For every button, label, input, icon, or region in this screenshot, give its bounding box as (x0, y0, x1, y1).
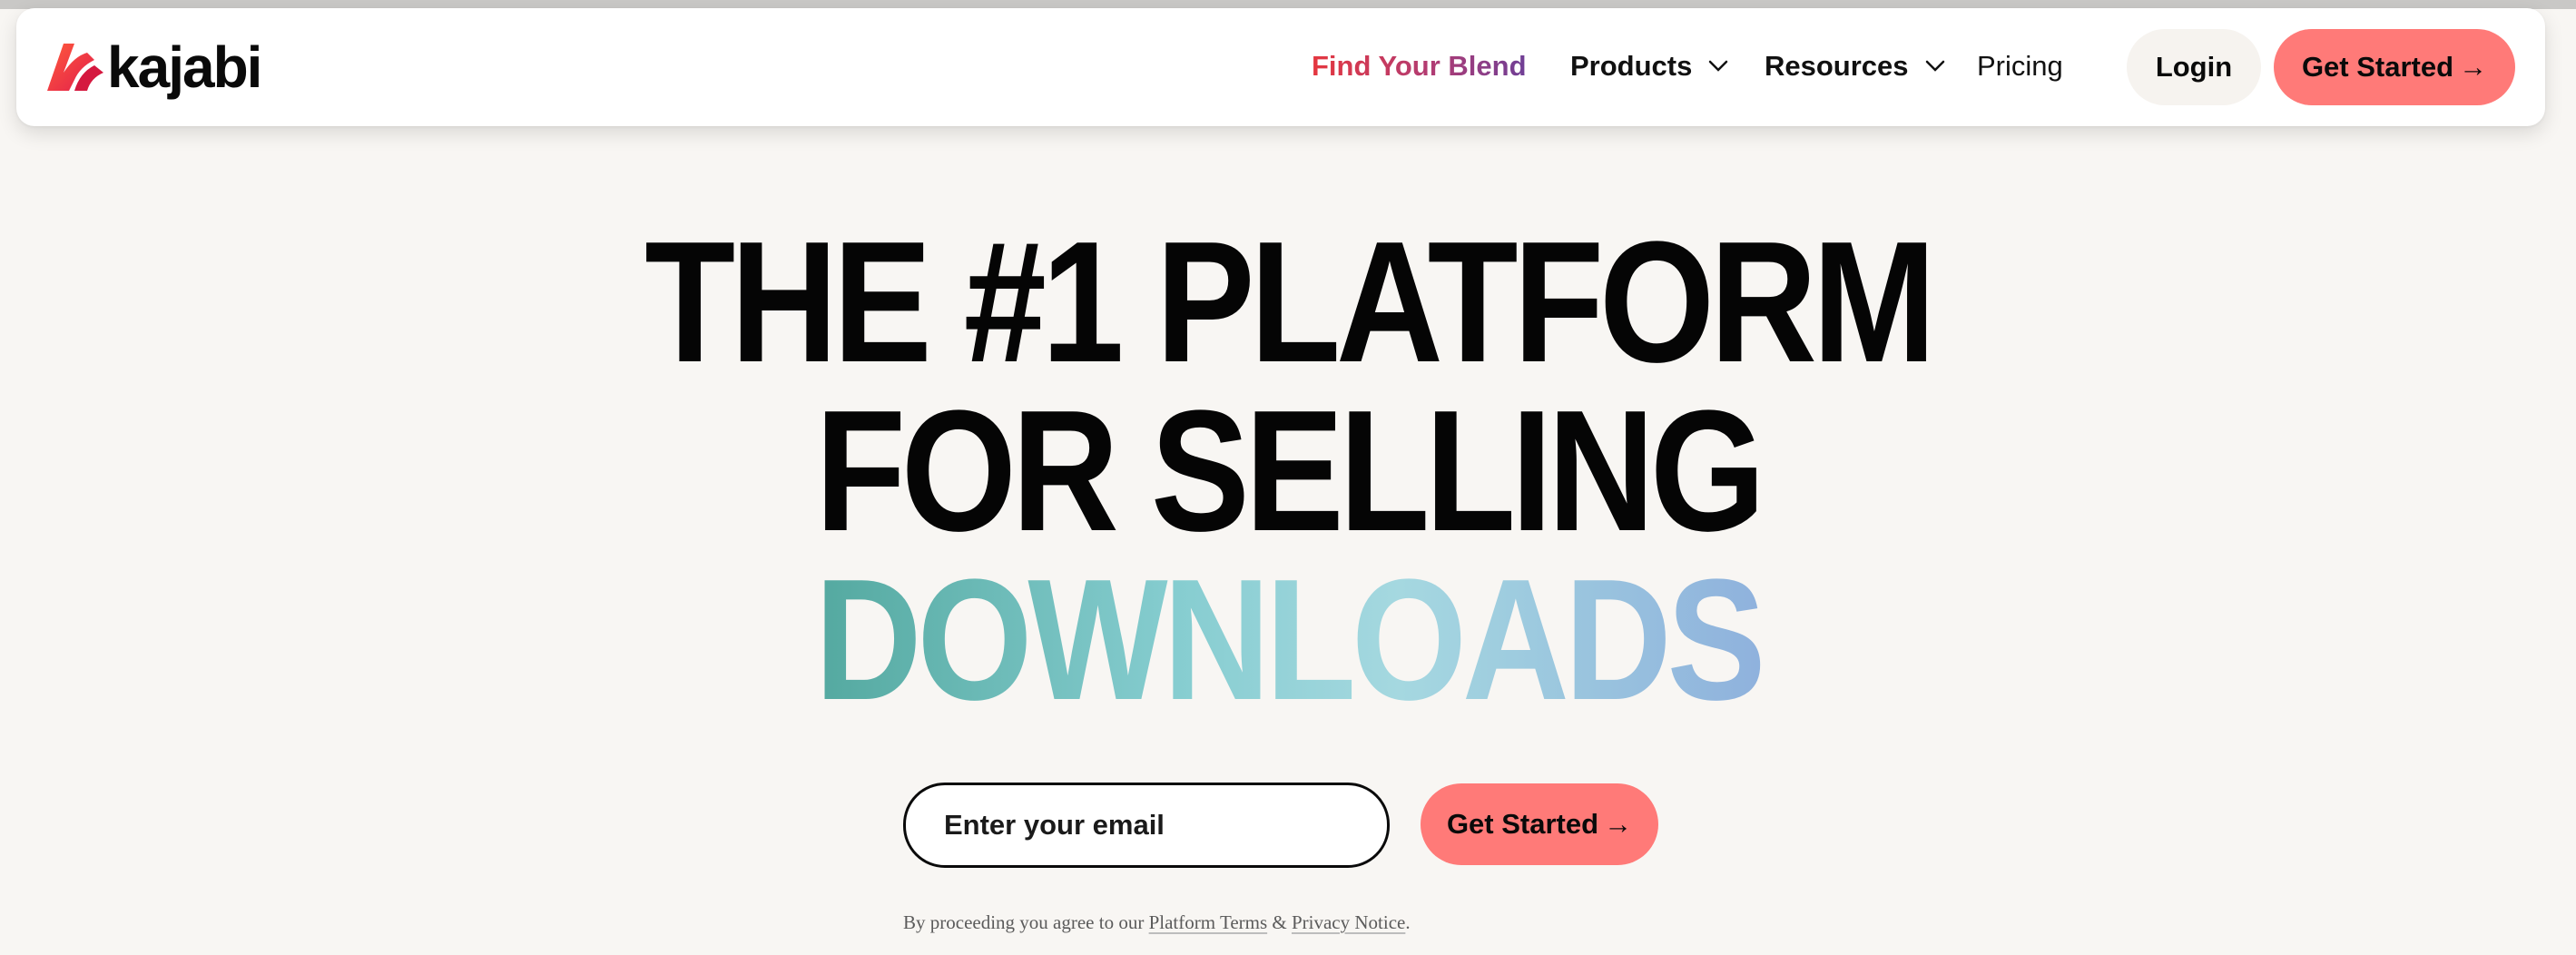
login-button[interactable]: Login (2127, 29, 2261, 105)
nav-resources-dropdown[interactable]: Resources (1765, 50, 1945, 83)
get-started-nav-button[interactable]: Get Started → (2274, 29, 2515, 105)
get-started-hero-button[interactable]: Get Started → (1421, 783, 1658, 865)
brand-logo[interactable]: kajabi (44, 34, 262, 100)
kajabi-k-logo-icon (47, 44, 103, 91)
chevron-down-icon (1925, 60, 1944, 72)
arrow-right-icon: → (2459, 51, 2488, 83)
platform-terms-link[interactable]: Platform Terms (1149, 911, 1268, 933)
get-started-nav-label: Get Started (2301, 51, 2454, 83)
privacy-notice-link[interactable]: Privacy Notice (1292, 911, 1405, 933)
legal-amp: & (1267, 911, 1292, 933)
chevron-down-icon (1709, 60, 1728, 72)
hero-line-1: THE #1 PLATFORM (644, 206, 1936, 399)
nav-products-label: Products (1570, 50, 1693, 82)
hero-headline: THE #1 PLATFORM FOR SELLING DOWNLOADS (0, 206, 2576, 726)
nav-find-your-blend[interactable]: Find Your Blend (1312, 50, 1527, 83)
legal-notice: By proceeding you agree to our Platform … (903, 911, 1411, 934)
hero-line-3-gradient: DOWNLOADS (181, 554, 2396, 726)
arrow-right-icon: → (1604, 808, 1633, 840)
hero-line-2: FOR SELLING (815, 375, 1765, 567)
brand-wordmark: kajabi (107, 34, 262, 100)
nav-resources-label: Resources (1765, 50, 1909, 82)
legal-suffix: . (1405, 911, 1411, 933)
navbar: kajabi Find Your Blend Products Resource… (16, 8, 2545, 126)
legal-prefix: By proceeding you agree to our (903, 911, 1149, 933)
signup-form: Get Started → (903, 783, 1658, 868)
get-started-hero-label: Get Started (1446, 808, 1599, 840)
nav-pricing-link[interactable]: Pricing (1977, 50, 2063, 83)
email-input[interactable] (903, 783, 1390, 868)
nav-products-dropdown[interactable]: Products (1570, 50, 1728, 83)
